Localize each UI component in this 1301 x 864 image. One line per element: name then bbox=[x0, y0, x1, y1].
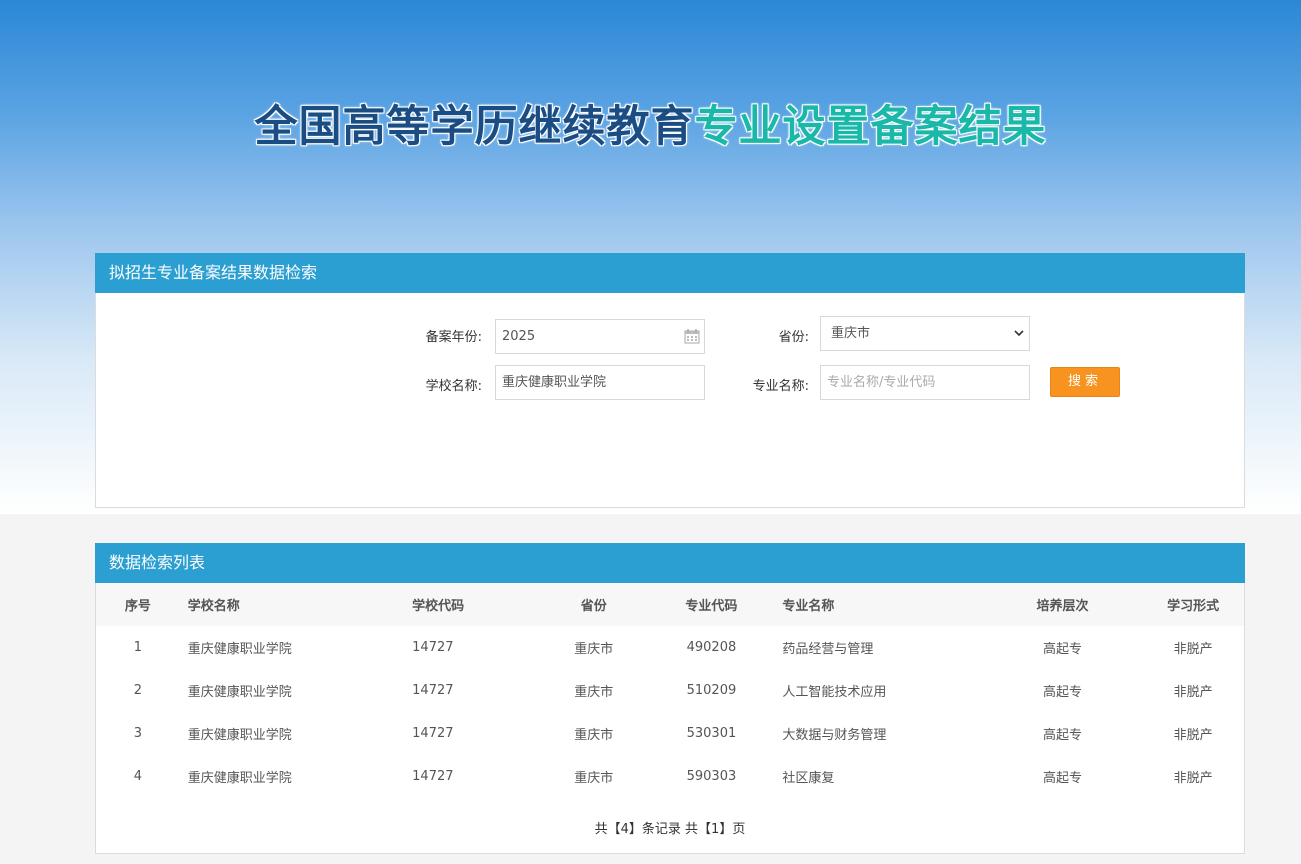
cell-level: 高起专 bbox=[1042, 685, 1082, 700]
col-major-name: 专业名称 bbox=[782, 599, 835, 614]
major-placeholder: 专业名称/专业代码 bbox=[827, 375, 936, 390]
province-select[interactable]: 重庆市 bbox=[820, 316, 1030, 351]
cell-province: 重庆市 bbox=[574, 771, 614, 786]
col-study-form: 学习形式 bbox=[1167, 599, 1220, 614]
results-panel: 数据检索列表 序号 学校名称 学校代码 省份 专业代码 专业名称 培养层次 学习… bbox=[95, 543, 1245, 854]
cell-study-form: 非脱产 bbox=[1173, 685, 1213, 700]
calendar-icon bbox=[684, 329, 700, 344]
page: 全国高等学历继续教育专业设置备案结果 拟招生专业备案结果数据检索 备案年份: 2… bbox=[0, 0, 1301, 864]
cell-level: 高起专 bbox=[1042, 642, 1082, 657]
table-row: 1 重庆健康职业学院 14727 重庆市 490208 药品经营与管理 高起专 … bbox=[96, 626, 1244, 669]
school-label: 学校名称: bbox=[425, 379, 482, 394]
cell-province: 重庆市 bbox=[574, 728, 614, 743]
cell-school-code: 14727 bbox=[412, 769, 454, 784]
cell-index: 1 bbox=[133, 640, 143, 655]
title-main: 全国高等学历继续教育 bbox=[254, 102, 695, 152]
year-label: 备案年份: bbox=[425, 330, 482, 345]
table-row: 2 重庆健康职业学院 14727 重庆市 510209 人工智能技术应用 高起专… bbox=[96, 669, 1244, 712]
cell-major-code: 510209 bbox=[686, 683, 737, 698]
major-field[interactable]: 专业名称/专业代码 bbox=[820, 365, 1030, 400]
cell-study-form: 非脱产 bbox=[1173, 642, 1213, 657]
cell-index: 4 bbox=[133, 769, 143, 784]
col-province: 省份 bbox=[580, 599, 607, 614]
cell-major-code: 530301 bbox=[686, 726, 737, 741]
major-label: 专业名称: bbox=[752, 379, 809, 394]
col-index: 序号 bbox=[124, 599, 151, 614]
year-field[interactable]: 2025 bbox=[495, 319, 705, 354]
year-value: 2025 bbox=[502, 329, 536, 344]
table-header-row: 序号 学校名称 学校代码 省份 专业代码 专业名称 培养层次 学习形式 bbox=[96, 583, 1244, 626]
cell-school-name: 重庆健康职业学院 bbox=[187, 642, 292, 657]
cell-school-code: 14727 bbox=[412, 726, 454, 741]
col-school-code: 学校代码 bbox=[412, 599, 465, 614]
results-panel-header: 数据检索列表 bbox=[95, 543, 1245, 583]
cell-index: 2 bbox=[133, 683, 143, 698]
table-row: 3 重庆健康职业学院 14727 重庆市 530301 大数据与财务管理 高起专… bbox=[96, 712, 1244, 755]
cell-index: 3 bbox=[133, 726, 143, 741]
col-level: 培养层次 bbox=[1036, 599, 1089, 614]
results-table: 序号 学校名称 学校代码 省份 专业代码 专业名称 培养层次 学习形式 1 重庆… bbox=[96, 583, 1244, 798]
cell-school-code: 14727 bbox=[412, 640, 454, 655]
search-panel-header: 拟招生专业备案结果数据检索 bbox=[95, 253, 1245, 293]
province-label: 省份: bbox=[778, 330, 809, 345]
cell-major-code: 590303 bbox=[686, 769, 737, 784]
pagination-summary: 共【4】条记录 共【1】页 bbox=[594, 822, 746, 837]
cell-major-name: 大数据与财务管理 bbox=[782, 728, 887, 743]
col-major-code: 专业代码 bbox=[685, 599, 738, 614]
cell-school-name: 重庆健康职业学院 bbox=[187, 685, 292, 700]
province-value: 重庆市 bbox=[831, 326, 871, 341]
cell-school-name: 重庆健康职业学院 bbox=[187, 771, 292, 786]
cell-province: 重庆市 bbox=[574, 642, 614, 657]
col-school-name: 学校名称 bbox=[187, 599, 240, 614]
chevron-down-icon bbox=[1014, 330, 1024, 337]
cell-study-form: 非脱产 bbox=[1173, 728, 1213, 743]
table-row: 4 重庆健康职业学院 14727 重庆市 590303 社区康复 高起专 非脱产 bbox=[96, 755, 1244, 798]
cell-level: 高起专 bbox=[1042, 728, 1082, 743]
cell-province: 重庆市 bbox=[574, 685, 614, 700]
cell-major-name: 社区康复 bbox=[782, 771, 835, 786]
cell-study-form: 非脱产 bbox=[1173, 771, 1213, 786]
cell-level: 高起专 bbox=[1042, 771, 1082, 786]
cell-major-name: 人工智能技术应用 bbox=[782, 685, 887, 700]
cell-major-name: 药品经营与管理 bbox=[782, 642, 874, 657]
search-panel: 拟招生专业备案结果数据检索 备案年份: 2025 省份: 重庆市 学校名称: 重… bbox=[95, 253, 1245, 508]
cell-major-code: 490208 bbox=[686, 640, 737, 655]
title-highlight: 专业设置备案结果 bbox=[694, 102, 1047, 152]
cell-school-code: 14727 bbox=[412, 683, 454, 698]
page-title: 全国高等学历继续教育专业设置备案结果 bbox=[0, 92, 1301, 154]
cell-school-name: 重庆健康职业学院 bbox=[187, 728, 292, 743]
school-field[interactable]: 重庆健康职业学院 bbox=[495, 365, 705, 400]
search-button[interactable]: 搜索 bbox=[1050, 367, 1120, 397]
school-value: 重庆健康职业学院 bbox=[502, 375, 607, 390]
